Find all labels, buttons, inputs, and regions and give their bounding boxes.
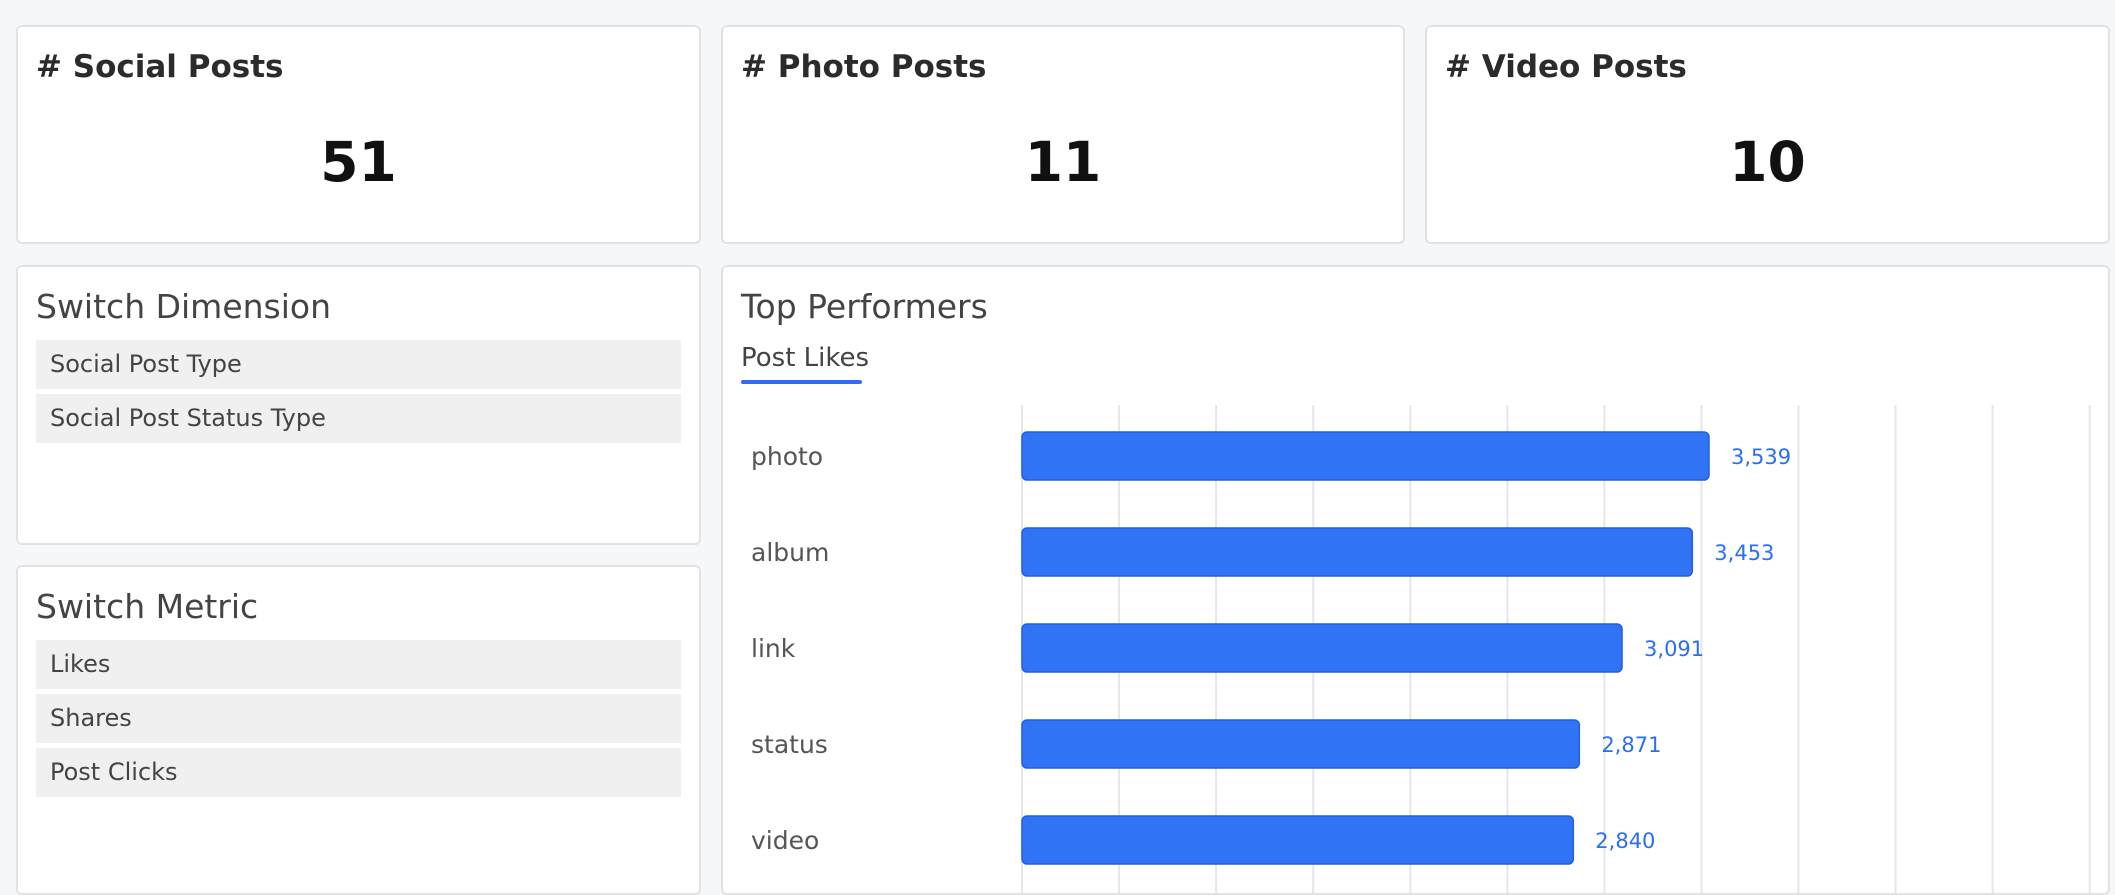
switch-dimension-panel: Switch Dimension Social Post Type Social… — [16, 265, 701, 545]
kpi-value: 51 — [320, 130, 397, 194]
bar-photo — [1021, 431, 1710, 481]
bar-value-label: 3,539 — [1731, 445, 1791, 469]
bar-value-label: 2,840 — [1595, 829, 1655, 853]
kpi-card-video-posts: # Video Posts 10 — [1425, 25, 2110, 244]
dimension-option-social-post-type[interactable]: Social Post Type — [36, 340, 681, 389]
bar-category-label: link — [751, 634, 796, 663]
bar-category-label: status — [751, 730, 828, 759]
metric-option-shares[interactable]: Shares — [36, 694, 681, 743]
bar-album — [1021, 527, 1694, 577]
kpi-title: # Social Posts — [36, 49, 284, 85]
bar-value-label: 3,091 — [1644, 637, 1704, 661]
kpi-title: # Video Posts — [1445, 49, 1687, 85]
dimension-option-social-post-status-type[interactable]: Social Post Status Type — [36, 394, 681, 443]
bar-category-label: album — [751, 538, 829, 567]
bar-status — [1021, 719, 1581, 769]
switch-metric-panel: Switch Metric Likes Shares Post Clicks — [16, 565, 701, 895]
switch-metric-title: Switch Metric — [36, 587, 259, 626]
metric-option-likes[interactable]: Likes — [36, 640, 681, 689]
bar-value-label: 3,453 — [1714, 541, 1774, 565]
bar-chart: photo 3,539 album 3,453 link 3,091 status 2,871… — [751, 405, 2091, 893]
kpi-title: # Photo Posts — [741, 49, 987, 85]
kpi-value: 10 — [1729, 130, 1806, 194]
bar-value-label: 2,871 — [1601, 733, 1661, 757]
bar-video — [1021, 815, 1575, 865]
bar-category-label: photo — [751, 442, 823, 471]
switch-dimension-title: Switch Dimension — [36, 287, 332, 326]
metric-option-post-clicks[interactable]: Post Clicks — [36, 748, 681, 797]
bar-link — [1021, 623, 1623, 673]
bar-category-label: video — [751, 826, 819, 855]
kpi-card-photo-posts: # Photo Posts 11 — [721, 25, 1405, 244]
kpi-value: 11 — [1024, 130, 1102, 194]
top-performers-panel: Top Performers Post Likes photo 3,539 albu… — [721, 265, 2110, 895]
kpi-card-social-posts: # Social Posts 51 — [16, 25, 701, 244]
